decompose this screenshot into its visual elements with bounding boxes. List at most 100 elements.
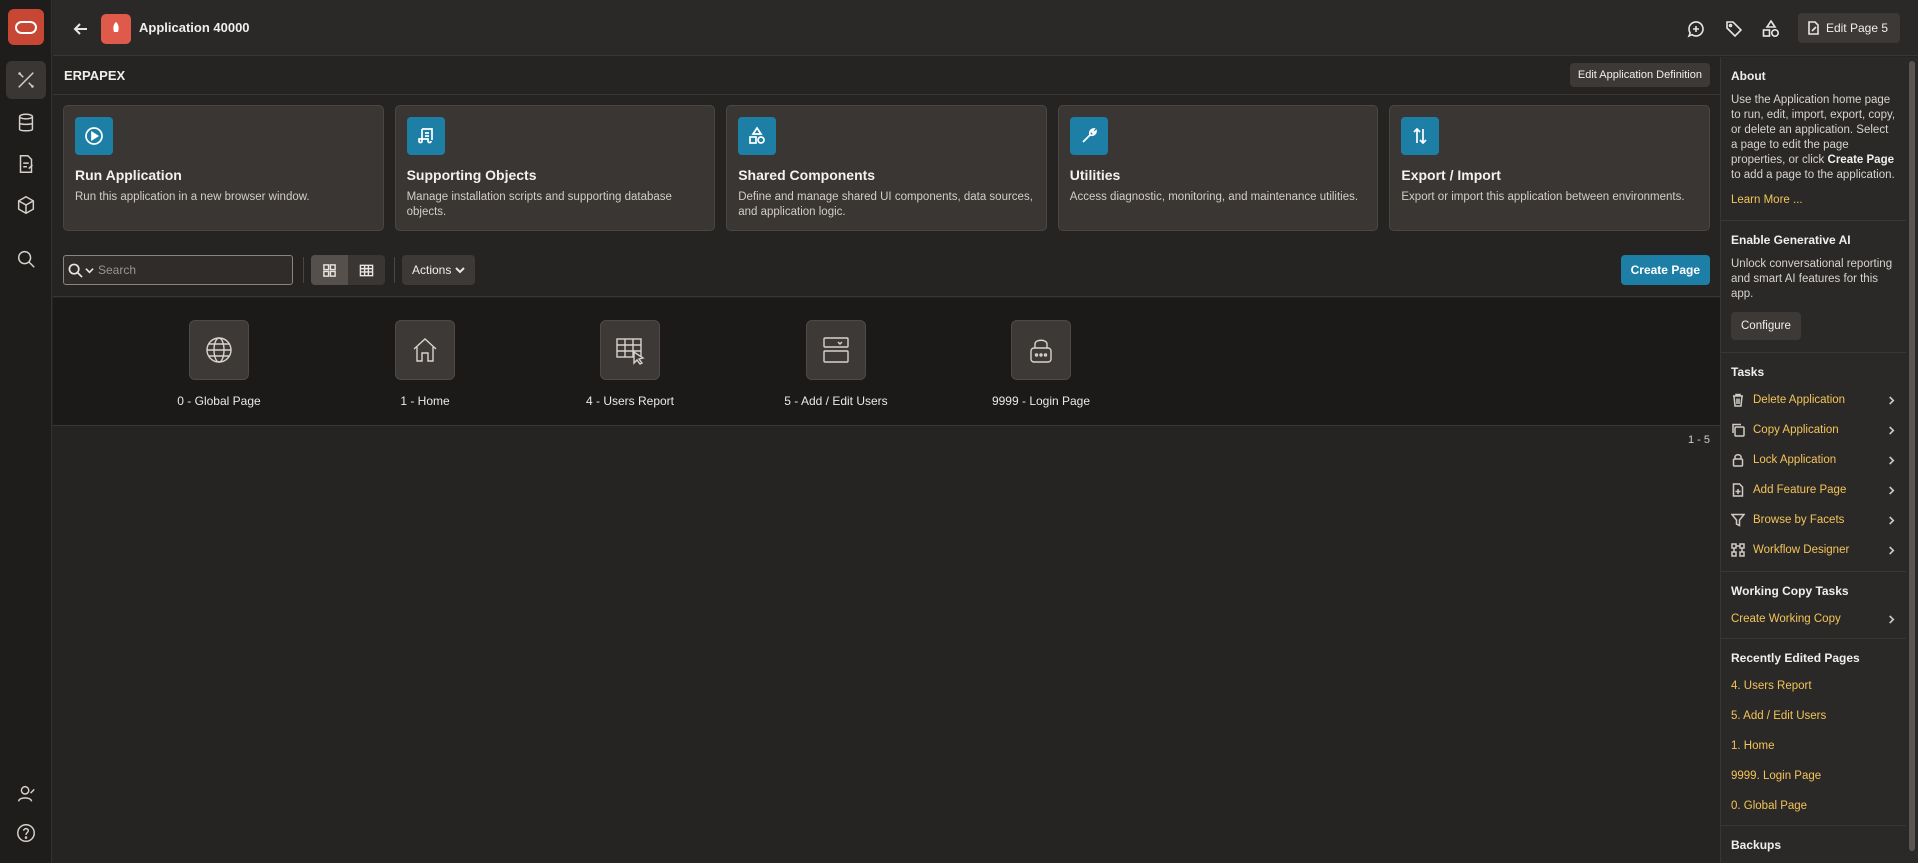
card-description: Run this application in a new browser wi…: [75, 191, 310, 203]
task-workflow-designer[interactable]: Workflow Designer: [1731, 535, 1896, 565]
task-label: Copy Application: [1753, 424, 1839, 436]
scroll-icon: [406, 117, 445, 155]
task-lock-application[interactable]: Lock Application: [1731, 445, 1896, 475]
workflow-icon: [1731, 543, 1745, 557]
section-title: Recently Edited Pages: [1731, 651, 1860, 665]
edit-application-definition-button[interactable]: Edit Application Definition: [1569, 63, 1710, 87]
divider: [394, 257, 395, 283]
search-icon[interactable]: [6, 240, 46, 278]
report-view-button[interactable]: [348, 255, 385, 285]
page-item-home[interactable]: 1 - Home: [335, 320, 515, 408]
main-content: ERPAPEX Edit Application Definition Run …: [53, 57, 1720, 863]
app-name: ERPAPEX: [64, 68, 126, 83]
about-text: Use the Application home page to run, ed…: [1731, 93, 1896, 183]
card-supporting-objects[interactable]: Supporting Objects Manage installation s…: [394, 105, 716, 231]
card-description: Access diagnostic, monitoring, and maint…: [1069, 191, 1359, 203]
chevron-down-icon: [455, 267, 466, 274]
account-icon[interactable]: [6, 775, 46, 813]
home-icon: [395, 320, 455, 380]
page-label: 5 - Add / Edit Users: [784, 394, 888, 408]
section-title: About: [1731, 69, 1766, 83]
chat-add-icon[interactable]: [1684, 17, 1708, 41]
scrollbar-thumb[interactable]: [1909, 61, 1915, 851]
task-add-feature-page[interactable]: Add Feature Page: [1731, 475, 1896, 505]
shared-components-icon[interactable]: [1759, 17, 1783, 41]
page-item-login[interactable]: 9999 - Login Page: [951, 320, 1131, 408]
add-page-icon: [1732, 483, 1744, 497]
search-icon[interactable]: [64, 256, 98, 284]
card-utilities[interactable]: Utilities Access diagnostic, monitoring,…: [1057, 105, 1379, 231]
recent-pages-section: Recently Edited Pages 4. Users Report 5.…: [1721, 639, 1906, 826]
section-title: Working Copy Tasks: [1731, 584, 1849, 598]
pages-toolbar: Actions Create Page: [53, 243, 1720, 297]
tag-icon[interactable]: [1722, 17, 1746, 41]
task-create-working-copy[interactable]: Create Working Copy: [1731, 604, 1896, 634]
chevron-right-icon: [1889, 515, 1895, 525]
gallery-icon[interactable]: [6, 186, 46, 224]
lock-icon: [1011, 320, 1071, 380]
about-text-bold: Create Page: [1827, 154, 1894, 166]
chevron-right-icon: [1889, 545, 1895, 555]
section-title: Tasks: [1731, 365, 1765, 379]
app-builder-icon[interactable]: [6, 61, 46, 99]
section-title: Backups: [1731, 838, 1782, 852]
right-sidebar: About Use the Application home page to r…: [1720, 57, 1906, 863]
page-label: 4 - Users Report: [585, 394, 675, 408]
wrench-icon: [1069, 117, 1108, 155]
chevron-right-icon: [1889, 485, 1895, 495]
task-browse-by-facets[interactable]: Browse by Facets: [1731, 505, 1896, 535]
edit-page-label: Edit Page 5: [1825, 21, 1888, 35]
help-icon[interactable]: [6, 814, 46, 852]
nav-rail: [0, 0, 52, 863]
app-header: ERPAPEX Edit Application Definition: [53, 57, 1720, 95]
recent-page-link[interactable]: 0. Global Page: [1731, 791, 1896, 821]
recent-page-label: 1. Home: [1731, 740, 1775, 752]
search-box[interactable]: [63, 255, 293, 285]
back-arrow-icon[interactable]: [69, 17, 93, 41]
actions-menu-button[interactable]: Actions: [402, 255, 476, 285]
card-export-import[interactable]: Export / Import Export or import this ap…: [1389, 105, 1710, 231]
create-page-button[interactable]: Create Page: [1620, 255, 1710, 285]
edit-page-button[interactable]: Edit Page 5: [1797, 13, 1900, 43]
action-cards: Run Application Run this application in …: [63, 105, 1710, 231]
search-input[interactable]: [98, 263, 278, 277]
card-title: Export / Import: [1401, 167, 1501, 183]
learn-more-link[interactable]: Learn More ...: [1731, 194, 1803, 206]
page-item-users-report[interactable]: 4 - Users Report: [540, 320, 720, 408]
icon-view-button[interactable]: [311, 255, 348, 285]
filter-icon: [1731, 513, 1745, 527]
about-text-part: to add a page to the application.: [1731, 169, 1895, 181]
team-development-icon[interactable]: [6, 145, 46, 183]
card-run-application[interactable]: Run Application Run this application in …: [63, 105, 384, 231]
task-label: Add Feature Page: [1753, 484, 1847, 496]
recent-page-label: 0. Global Page: [1731, 800, 1808, 812]
recent-page-link[interactable]: 1. Home: [1731, 731, 1896, 761]
rocket-icon: [101, 14, 131, 44]
app-title: Application 40000: [139, 20, 250, 35]
configure-button[interactable]: Configure: [1731, 312, 1801, 340]
grid-icon: [323, 263, 336, 277]
trash-icon: [1733, 393, 1743, 407]
card-title: Supporting Objects: [406, 167, 537, 183]
recent-page-link[interactable]: 4. Users Report: [1731, 671, 1896, 701]
page-item-add-edit-users[interactable]: 5 - Add / Edit Users: [746, 320, 926, 408]
task-copy-application[interactable]: Copy Application: [1731, 415, 1896, 445]
card-shared-components[interactable]: Shared Components Define and manage shar…: [726, 105, 1047, 231]
recent-page-link[interactable]: 5. Add / Edit Users: [1731, 701, 1896, 731]
recent-page-label: 5. Add / Edit Users: [1731, 710, 1827, 722]
chevron-right-icon: [1889, 395, 1895, 405]
task-delete-application[interactable]: Delete Application: [1731, 385, 1896, 415]
page-item-global[interactable]: 0 - Global Page: [129, 320, 309, 408]
pagination-count: 1 - 5: [1687, 434, 1710, 446]
globe-icon: [189, 320, 249, 380]
chevron-right-icon: [1889, 425, 1895, 435]
shapes-icon: [738, 117, 777, 155]
sidebar-scrollbar[interactable]: [1906, 57, 1918, 863]
recent-page-link[interactable]: 9999. Login Page: [1731, 761, 1896, 791]
report-grid-icon: [600, 320, 660, 380]
recent-page-label: 9999. Login Page: [1731, 770, 1822, 782]
oracle-logo-icon[interactable]: [8, 9, 44, 45]
sql-workshop-icon[interactable]: [6, 104, 46, 142]
task-label: Lock Application: [1753, 454, 1837, 466]
copy-icon: [1732, 423, 1745, 437]
